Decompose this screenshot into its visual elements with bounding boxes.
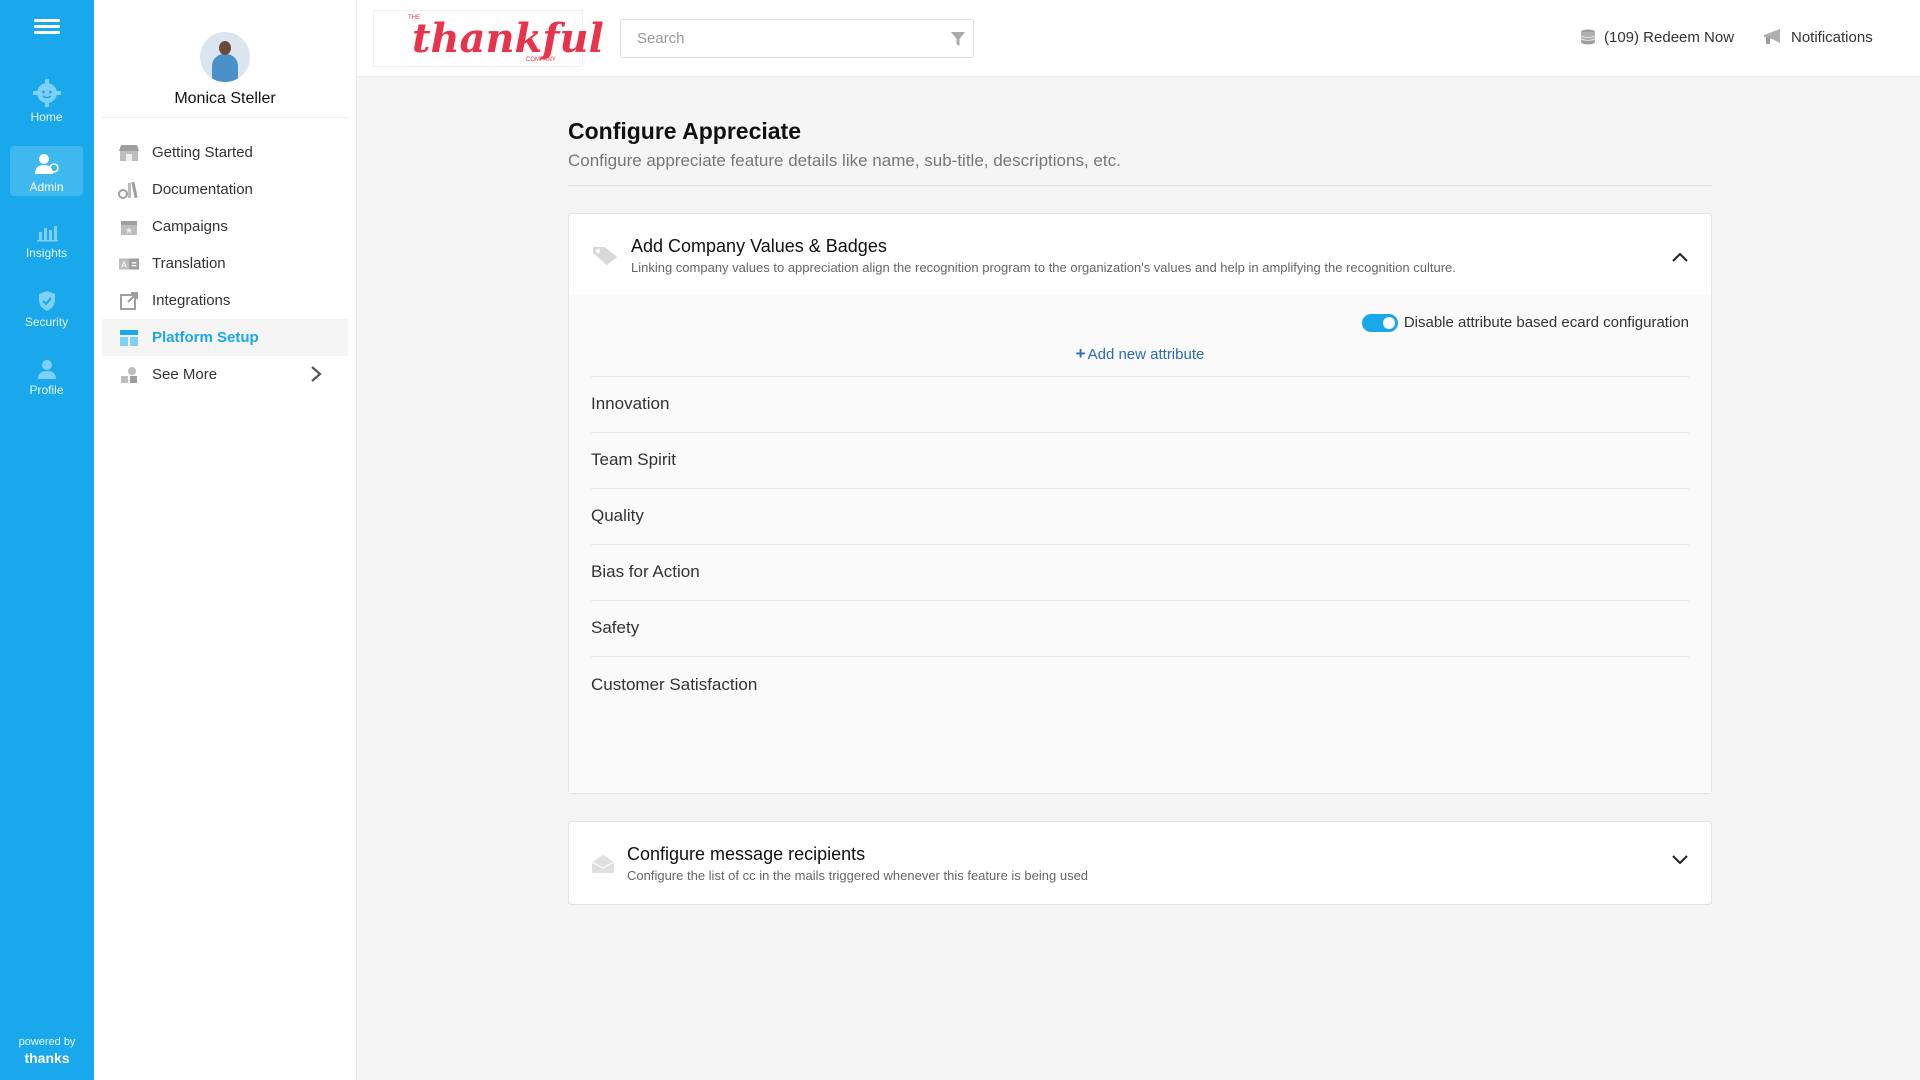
admin-sidebar: Monica Steller Getting Started Documenta…: [94, 0, 357, 1080]
company-logo[interactable]: THE thankful COMPANY: [373, 10, 604, 67]
company-values-card-header[interactable]: Add Company Values & Badges Linking comp…: [569, 214, 1711, 294]
sidebar-item-see-more[interactable]: See More: [102, 356, 348, 393]
ecard-config-toggle-row: Disable attribute based ecard configurat…: [591, 313, 1689, 332]
add-attribute-label: Add new attribute: [1087, 345, 1205, 363]
redeem-now-button[interactable]: (109) Redeem Now: [1579, 28, 1734, 46]
envelope-icon: [591, 844, 617, 886]
message-recipients-card-header[interactable]: Configure message recipients Configure t…: [569, 822, 1711, 904]
search-box: [620, 19, 974, 58]
message-recipients-description: Configure the list of cc in the mails tr…: [627, 867, 1089, 883]
layout-icon: [118, 328, 140, 348]
rail-label-home: Home: [30, 110, 63, 124]
rail-label-insights: Insights: [25, 246, 68, 260]
home-gear-icon: [32, 79, 61, 107]
list-item[interactable]: Safety: [591, 601, 1689, 657]
sidebar-item-campaigns[interactable]: Campaigns: [102, 208, 348, 245]
plus-icon: +: [1075, 343, 1086, 363]
company-values-card-body: Disable attribute based ecard configurat…: [569, 293, 1711, 793]
sidebar-item-integrations[interactable]: Integrations: [102, 282, 348, 319]
sidebar-item-label: Translation: [152, 255, 226, 272]
search-input[interactable]: [621, 20, 921, 57]
coins-icon: [1580, 29, 1596, 45]
powered-by-brand: thanks: [24, 1050, 70, 1066]
left-rail: Home Admin Insights Security Profile pow…: [0, 0, 94, 1080]
notifications-label: Notifications: [1791, 28, 1873, 46]
ecard-config-label: Disable attribute based ecard configurat…: [1403, 314, 1689, 332]
company-values-card: Add Company Values & Badges Linking comp…: [568, 213, 1712, 794]
shapes-icon: [118, 365, 140, 385]
message-recipients-title: Configure message recipients: [627, 843, 866, 864]
admin-icon: [34, 154, 59, 174]
logo-company: COMPANY: [526, 57, 556, 63]
rail-label-profile: Profile: [29, 383, 64, 397]
company-values-description: Linking company values to appreciation a…: [631, 260, 1456, 275]
list-item[interactable]: Innovation: [591, 377, 1689, 433]
notifications-button[interactable]: Notifications: [1762, 28, 1873, 46]
hamburger-menu-icon[interactable]: [34, 16, 60, 40]
logo-text: thankful: [412, 15, 604, 62]
sidebar-item-getting-started[interactable]: Getting Started: [102, 134, 348, 171]
list-item[interactable]: Customer Satisfaction: [591, 657, 1689, 713]
user-icon: [37, 360, 56, 379]
page-subtitle: Configure appreciate feature details lik…: [568, 151, 1712, 186]
list-item[interactable]: Quality: [591, 489, 1689, 545]
rail-item-home[interactable]: Home: [10, 72, 83, 124]
ecard-config-switch[interactable]: [1361, 313, 1398, 332]
top-bar: THE thankful COMPANY (109) Redeem Now No…: [357, 0, 1920, 77]
profile-name: Monica Steller: [174, 90, 276, 107]
sidebar-item-label: Documentation: [152, 181, 253, 198]
profile-block: Monica Steller: [102, 0, 348, 118]
sidebar-nav: Getting Started Documentation Campaigns …: [94, 134, 356, 393]
rail-item-admin[interactable]: Admin: [10, 146, 83, 196]
powered-by-text: powered by: [18, 1036, 76, 1048]
rail-item-insights[interactable]: Insights: [10, 214, 83, 264]
rail-item-profile[interactable]: Profile: [10, 351, 83, 401]
add-new-attribute-button[interactable]: + Add new attribute: [591, 344, 1689, 376]
powered-by: powered by thanks: [0, 1036, 94, 1066]
redeem-label: (109) Redeem Now: [1604, 28, 1735, 46]
chevron-right-icon[interactable]: [310, 365, 322, 387]
chevron-down-icon[interactable]: [1671, 852, 1689, 870]
chart-icon: [36, 226, 58, 242]
sidebar-item-label: Getting Started: [152, 144, 253, 161]
list-item[interactable]: Bias for Action: [591, 545, 1689, 601]
attribute-list: Innovation Team Spirit Quality Bias for …: [591, 375, 1689, 713]
company-values-title: Add Company Values & Badges: [631, 236, 887, 256]
message-recipients-card: Configure message recipients Configure t…: [568, 820, 1712, 905]
list-item[interactable]: Team Spirit: [591, 433, 1689, 489]
page-title: Configure Appreciate: [568, 118, 802, 144]
megaphone-icon: [1764, 29, 1780, 44]
rail-label-admin: Admin: [29, 180, 64, 194]
sidebar-item-label: Integrations: [152, 292, 231, 309]
rail-label-security: Security: [24, 315, 69, 329]
avatar[interactable]: [200, 32, 250, 82]
calendar-icon: [118, 217, 140, 237]
rail-item-security[interactable]: Security: [10, 283, 83, 333]
sidebar-item-documentation[interactable]: Documentation: [102, 171, 348, 208]
external-link-icon: [118, 291, 140, 311]
store-icon: [118, 143, 140, 163]
translate-icon: A: [118, 254, 140, 274]
chevron-up-icon[interactable]: [1671, 250, 1689, 268]
filter-icon[interactable]: [951, 31, 965, 52]
svg-text:A: A: [121, 259, 127, 269]
tag-icon: [591, 236, 621, 278]
sidebar-item-translation[interactable]: A Translation: [102, 245, 348, 282]
documents-icon: [118, 180, 140, 200]
main-content: Configure Appreciate Configure appreciat…: [568, 118, 1712, 905]
sidebar-item-platform-setup[interactable]: Platform Setup: [102, 319, 348, 356]
sidebar-item-label: See More: [152, 366, 218, 383]
sidebar-item-label: Campaigns: [152, 218, 228, 235]
shield-icon: [38, 291, 55, 311]
sidebar-item-label: Platform Setup: [152, 329, 259, 346]
